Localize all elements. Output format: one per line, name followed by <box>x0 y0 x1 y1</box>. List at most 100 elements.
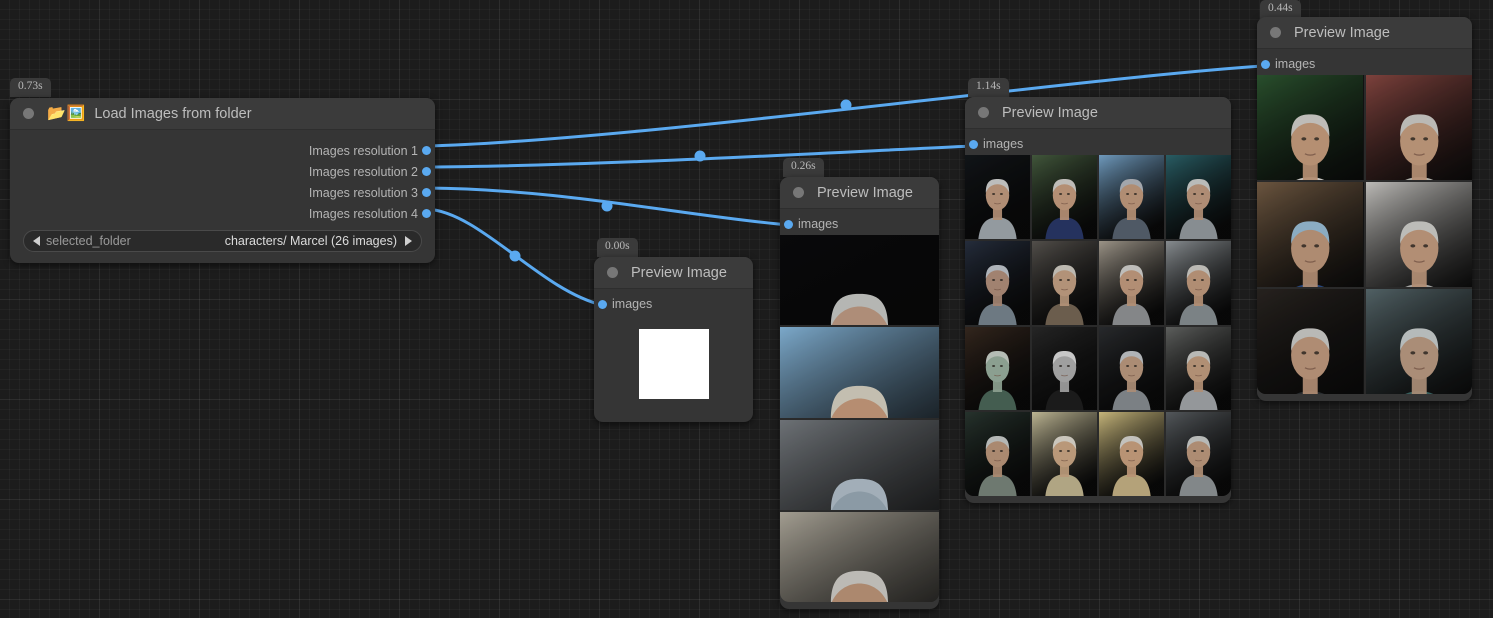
preview-thumbnail[interactable] <box>965 412 1030 496</box>
input-slot-label: images <box>612 297 652 311</box>
preview-thumbnail[interactable] <box>1257 75 1364 180</box>
thumbnail-art <box>1166 412 1231 496</box>
preview-thumbnail[interactable] <box>780 235 939 325</box>
thumbnail-art <box>780 420 939 510</box>
input-slot-images[interactable]: images <box>780 213 939 235</box>
output-slot-images-resolution-2[interactable]: Images resolution 2 <box>10 161 435 182</box>
preview-thumbnail[interactable] <box>780 420 939 510</box>
preview-thumbnail[interactable] <box>1032 412 1097 496</box>
output-slot-images-resolution-4[interactable]: Images resolution 4 <box>10 203 435 224</box>
output-slot-images-resolution-1[interactable]: Images resolution 1 <box>10 140 435 161</box>
node-body: images <box>594 289 753 399</box>
preview-thumbnail[interactable] <box>1166 327 1231 411</box>
input-slot-images[interactable]: images <box>1257 53 1472 75</box>
input-slot-dot[interactable] <box>598 300 607 309</box>
node-title-label: Preview Image <box>1294 25 1390 41</box>
next-arrow-icon[interactable] <box>405 236 412 246</box>
output-slot-dot[interactable] <box>422 209 431 218</box>
input-slot-images[interactable]: images <box>594 293 753 315</box>
preview-thumbnail[interactable] <box>1099 412 1164 496</box>
thumbnail-art <box>1032 241 1097 325</box>
collapse-toggle-icon[interactable] <box>23 108 34 119</box>
preview-image-grid[interactable] <box>780 235 939 602</box>
output-slot-dot[interactable] <box>422 167 431 176</box>
thumbnail-art <box>780 235 939 325</box>
preview-image-grid[interactable] <box>1257 75 1472 394</box>
node-title-label: Load Images from folder <box>94 106 251 122</box>
preview-thumbnail[interactable] <box>965 155 1030 239</box>
collapse-toggle-icon[interactable] <box>978 107 989 118</box>
thumbnail-art <box>965 155 1030 239</box>
node-title-bar[interactable]: Preview Image <box>594 257 753 289</box>
collapse-toggle-icon[interactable] <box>607 267 618 278</box>
preview-thumbnail[interactable] <box>780 512 939 602</box>
preview-thumbnail[interactable] <box>1032 327 1097 411</box>
node-timing-badge-preview-grid6: 0.44s <box>1260 0 1301 19</box>
preview-thumbnail[interactable] <box>1032 241 1097 325</box>
collapse-toggle-icon[interactable] <box>793 187 804 198</box>
thumbnail-art <box>1166 327 1231 411</box>
preview-thumbnail[interactable] <box>1366 289 1473 394</box>
thumbnail-art <box>1257 75 1363 180</box>
node-timing-badge-preview-empty: 0.00s <box>597 238 638 257</box>
collapse-toggle-icon[interactable] <box>1270 27 1281 38</box>
node-timing-badge-load-images: 0.73s <box>10 78 51 97</box>
input-slot-dot[interactable] <box>784 220 793 229</box>
preview-thumbnail[interactable] <box>1166 241 1231 325</box>
output-slot-label: Images resolution 3 <box>309 186 418 200</box>
node-preview-image-grid16[interactable]: Preview Image images <box>965 97 1231 503</box>
thumbnail-art <box>1032 327 1097 411</box>
node-title-bar[interactable]: Preview Image <box>1257 17 1472 49</box>
thumbnail-art <box>1166 241 1231 325</box>
input-slot-dot[interactable] <box>1261 60 1270 69</box>
node-body: Images resolution 1 Images resolution 2 … <box>10 130 435 252</box>
preview-thumbnail[interactable] <box>1032 155 1097 239</box>
thumbnail-art <box>965 412 1030 496</box>
preview-thumbnail[interactable] <box>1099 327 1164 411</box>
preview-thumbnail[interactable] <box>1366 182 1473 287</box>
preview-thumbnail[interactable] <box>780 327 939 417</box>
thumbnail-art <box>1257 289 1363 394</box>
preview-placeholder <box>639 329 709 399</box>
output-slot-images-resolution-3[interactable]: Images resolution 3 <box>10 182 435 203</box>
thumbnail-art <box>1366 182 1472 287</box>
node-title-bar[interactable]: Preview Image <box>780 177 939 209</box>
node-preview-image-empty[interactable]: Preview Image images <box>594 257 753 422</box>
thumbnail-art <box>1032 155 1097 239</box>
widget-label: selected_folder <box>46 234 131 248</box>
prev-arrow-icon[interactable] <box>33 236 40 246</box>
preview-thumbnail[interactable] <box>1099 241 1164 325</box>
output-slot-label: Images resolution 1 <box>309 144 418 158</box>
output-slot-label: Images resolution 2 <box>309 165 418 179</box>
node-title-label: Preview Image <box>1002 105 1098 121</box>
node-preview-image-column[interactable]: Preview Image images <box>780 177 939 609</box>
preview-thumbnail[interactable] <box>1257 289 1364 394</box>
folder-image-icon: 📂🖼️ <box>47 106 86 121</box>
preview-thumbnail[interactable] <box>1166 412 1231 496</box>
input-slot-label: images <box>983 137 1023 151</box>
thumbnail-art <box>780 327 939 417</box>
node-title-bar[interactable]: 📂🖼️ Load Images from folder <box>10 98 435 130</box>
input-slot-dot[interactable] <box>969 140 978 149</box>
thumbnail-art <box>1099 155 1164 239</box>
node-title-bar[interactable]: Preview Image <box>965 97 1231 129</box>
preview-thumbnail[interactable] <box>1166 155 1231 239</box>
thumbnail-art <box>1099 412 1164 496</box>
preview-thumbnail[interactable] <box>1099 155 1164 239</box>
output-slot-dot[interactable] <box>422 188 431 197</box>
node-title-label: Preview Image <box>631 265 727 281</box>
input-slot-images[interactable]: images <box>965 133 1231 155</box>
preview-image-grid[interactable] <box>965 155 1231 496</box>
widget-selected-folder[interactable]: selected_folder characters/ Marcel (26 i… <box>23 230 422 252</box>
output-slot-dot[interactable] <box>422 146 431 155</box>
preview-thumbnail[interactable] <box>1366 75 1473 180</box>
thumbnail-art <box>1099 241 1164 325</box>
preview-thumbnail[interactable] <box>965 327 1030 411</box>
node-timing-badge-preview-grid16: 1.14s <box>968 78 1009 97</box>
thumbnail-art <box>1257 182 1363 287</box>
node-preview-image-grid6[interactable]: Preview Image images <box>1257 17 1472 401</box>
node-load-images-from-folder[interactable]: 📂🖼️ Load Images from folder Images resol… <box>10 98 435 263</box>
preview-thumbnail[interactable] <box>1257 182 1364 287</box>
input-slot-label: images <box>798 217 838 231</box>
preview-thumbnail[interactable] <box>965 241 1030 325</box>
